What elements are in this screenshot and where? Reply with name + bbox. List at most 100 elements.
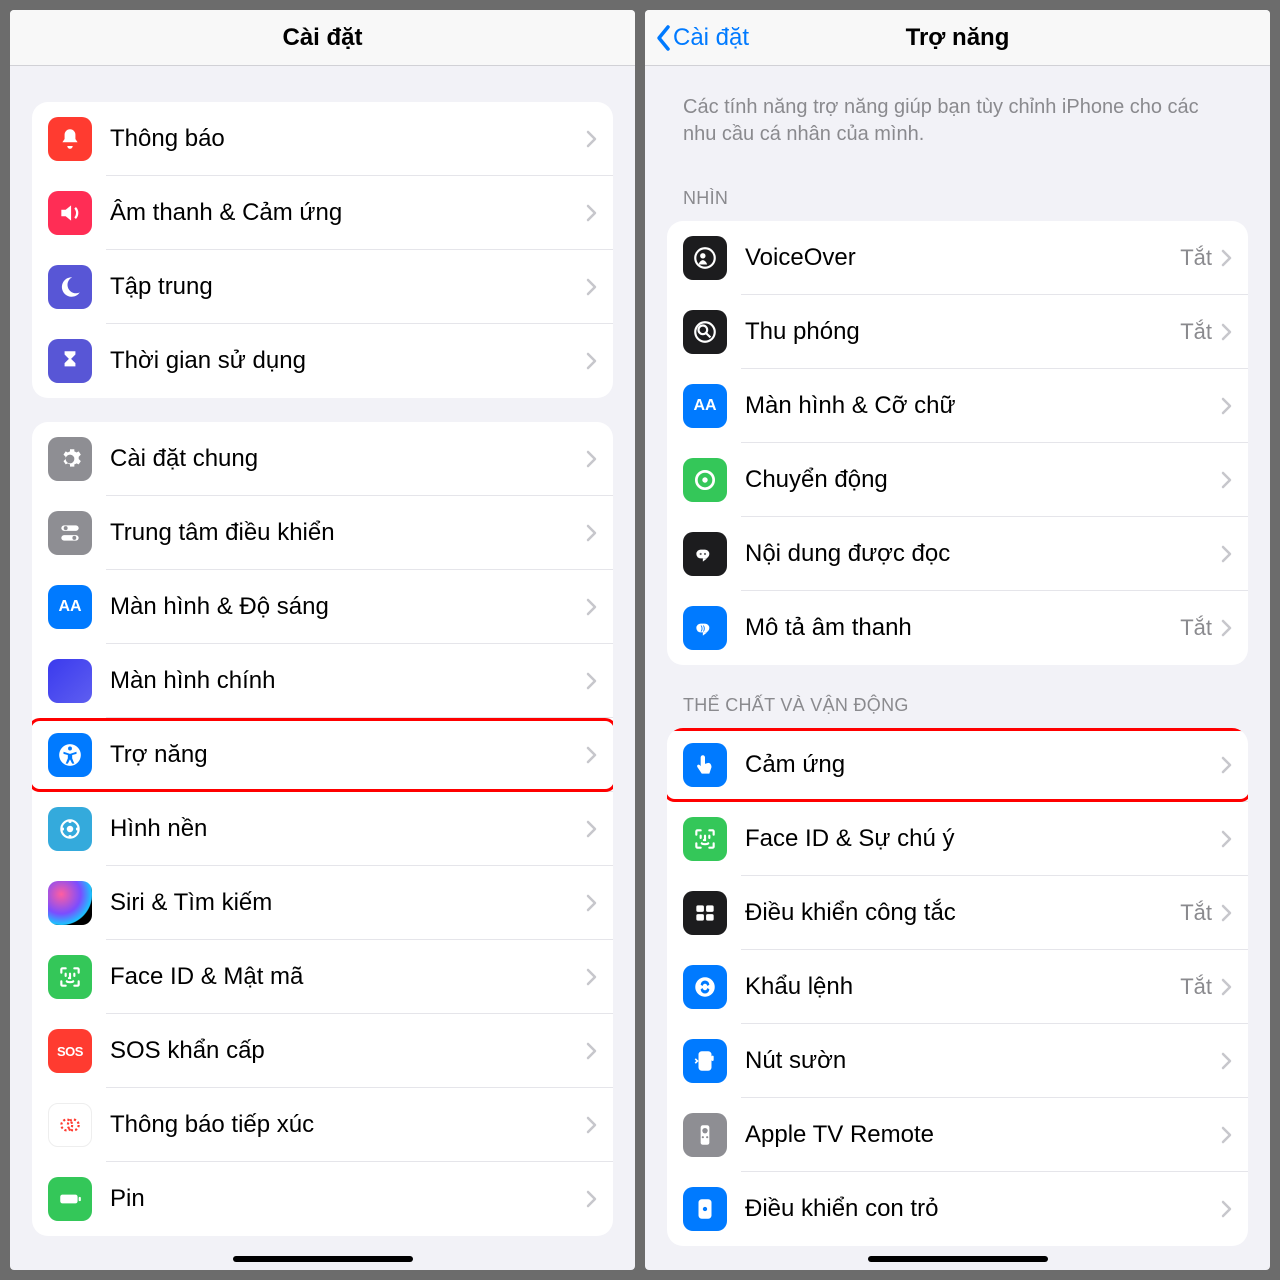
row-label: Chuyển động (745, 466, 1220, 494)
settings-row[interactable]: Màn hình chính (32, 644, 613, 718)
chevron-right-icon (1220, 829, 1232, 849)
remote-icon (683, 1113, 727, 1157)
row-label: Mô tả âm thanh (745, 614, 1180, 642)
settings-row[interactable]: Face ID & Mật mã (32, 940, 613, 1014)
row-label: Face ID & Mật mã (110, 963, 585, 991)
row-label: Hình nền (110, 815, 585, 843)
speak-icon (683, 532, 727, 576)
row-value: Tắt (1180, 900, 1212, 926)
voicecontrol-icon (683, 965, 727, 1009)
settings-row[interactable]: Điều khiển công tắc Tắt (667, 876, 1248, 950)
chevron-right-icon (1220, 544, 1232, 564)
settings-screen: Cài đặt Thông báo Âm thanh & Cảm ứng Tập… (10, 10, 635, 1270)
aa-icon: AA (48, 585, 92, 629)
chevron-right-icon (1220, 977, 1232, 997)
navbar: Cài đặt Trợ năng (645, 10, 1270, 66)
row-label: Siri & Tìm kiếm (110, 889, 585, 917)
settings-group: VoiceOver Tắt Thu phóng Tắt AA Màn hình … (667, 221, 1248, 665)
settings-row[interactable]: Siri & Tìm kiếm (32, 866, 613, 940)
settings-row[interactable]: AA Màn hình & Cỡ chữ (667, 369, 1248, 443)
row-label: Khẩu lệnh (745, 973, 1180, 1001)
row-value: Tắt (1180, 245, 1212, 271)
settings-row[interactable]: Nút sườn (667, 1024, 1248, 1098)
chevron-left-icon (655, 23, 673, 53)
home-indicator[interactable] (233, 1256, 413, 1262)
row-label: Màn hình & Cỡ chữ (745, 392, 1220, 420)
settings-row[interactable]: AA Màn hình & Độ sáng (32, 570, 613, 644)
settings-row[interactable]: Hình nền (32, 792, 613, 866)
row-value: Tắt (1180, 615, 1212, 641)
row-value: Tắt (1180, 319, 1212, 345)
settings-content[interactable]: Thông báo Âm thanh & Cảm ứng Tập trung T… (10, 66, 635, 1270)
chevron-right-icon (1220, 396, 1232, 416)
settings-row[interactable]: Âm thanh & Cảm ứng (32, 176, 613, 250)
settings-row[interactable]: Face ID & Sự chú ý (667, 802, 1248, 876)
exposure-icon (48, 1103, 92, 1147)
accessibility-screen: Cài đặt Trợ năng Các tính năng trợ năng … (645, 10, 1270, 1270)
chevron-right-icon (585, 1189, 597, 1209)
chevron-right-icon (1220, 248, 1232, 268)
accessibility-content[interactable]: Các tính năng trợ năng giúp bạn tùy chỉn… (645, 66, 1270, 1270)
settings-row[interactable]: Trợ năng (32, 718, 613, 792)
settings-row[interactable]: Nội dung được đọc (667, 517, 1248, 591)
navbar: Cài đặt (10, 10, 635, 66)
settings-row[interactable]: Chuyển động (667, 443, 1248, 517)
sidebutton-icon (683, 1039, 727, 1083)
settings-row[interactable]: Cài đặt chung (32, 422, 613, 496)
row-label: Trung tâm điều khiển (110, 519, 585, 547)
chevron-right-icon (1220, 1051, 1232, 1071)
chevron-right-icon (585, 203, 597, 223)
back-button[interactable]: Cài đặt (655, 23, 749, 53)
settings-row[interactable]: Thông báo tiếp xúc (32, 1088, 613, 1162)
settings-row[interactable]: Pin (32, 1162, 613, 1236)
faceid-icon (48, 955, 92, 999)
settings-group: Cài đặt chung Trung tâm điều khiển AA Mà… (32, 422, 613, 1236)
audiodesc-icon: )) (683, 606, 727, 650)
row-value: Tắt (1180, 974, 1212, 1000)
settings-row[interactable]: SOS SOS khẩn cấp (32, 1014, 613, 1088)
section-header: THỂ CHẤT VÀ VẬN ĐỘNG (667, 665, 1248, 724)
settings-row[interactable]: )) Mô tả âm thanh Tắt (667, 591, 1248, 665)
chevron-right-icon (1220, 618, 1232, 638)
chevron-right-icon (585, 129, 597, 149)
gear-icon (48, 437, 92, 481)
chevron-right-icon (585, 277, 597, 297)
home-indicator[interactable] (868, 1256, 1048, 1262)
toggles-icon (48, 511, 92, 555)
settings-row[interactable]: Thu phóng Tắt (667, 295, 1248, 369)
touch-icon (683, 743, 727, 787)
chevron-right-icon (585, 745, 597, 765)
settings-row[interactable]: VoiceOver Tắt (667, 221, 1248, 295)
nav-title: Trợ năng (906, 24, 1010, 52)
settings-row[interactable]: Điều khiển con trỏ (667, 1172, 1248, 1246)
settings-row[interactable]: Cảm ứng (667, 728, 1248, 802)
chevron-right-icon (585, 597, 597, 617)
homegrid-icon (48, 659, 92, 703)
row-label: Pin (110, 1185, 585, 1213)
bell-icon (48, 117, 92, 161)
settings-group: Thông báo Âm thanh & Cảm ứng Tập trung T… (32, 102, 613, 398)
settings-row[interactable]: Thời gian sử dụng (32, 324, 613, 398)
settings-row[interactable]: Thông báo (32, 102, 613, 176)
row-label: Điều khiển con trỏ (745, 1195, 1220, 1223)
chevron-right-icon (1220, 903, 1232, 923)
nav-title: Cài đặt (282, 24, 362, 52)
settings-row[interactable]: Trung tâm điều khiển (32, 496, 613, 570)
settings-group: Cảm ứng Face ID & Sự chú ý Điều khiển cô… (667, 728, 1248, 1246)
motion-icon (683, 458, 727, 502)
moon-icon (48, 265, 92, 309)
svg-text:)): )) (701, 625, 705, 632)
chevron-right-icon (585, 1041, 597, 1061)
row-label: Cảm ứng (745, 751, 1220, 779)
settings-row[interactable]: Tập trung (32, 250, 613, 324)
settings-row[interactable]: Apple TV Remote (667, 1098, 1248, 1172)
row-label: Màn hình chính (110, 667, 585, 695)
settings-row[interactable]: Khẩu lệnh Tắt (667, 950, 1248, 1024)
row-label: Thời gian sử dụng (110, 347, 585, 375)
chevron-right-icon (585, 893, 597, 913)
row-label: Tập trung (110, 273, 585, 301)
hourglass-icon (48, 339, 92, 383)
row-label: Nút sườn (745, 1047, 1220, 1075)
chevron-right-icon (585, 1115, 597, 1135)
chevron-right-icon (1220, 322, 1232, 342)
